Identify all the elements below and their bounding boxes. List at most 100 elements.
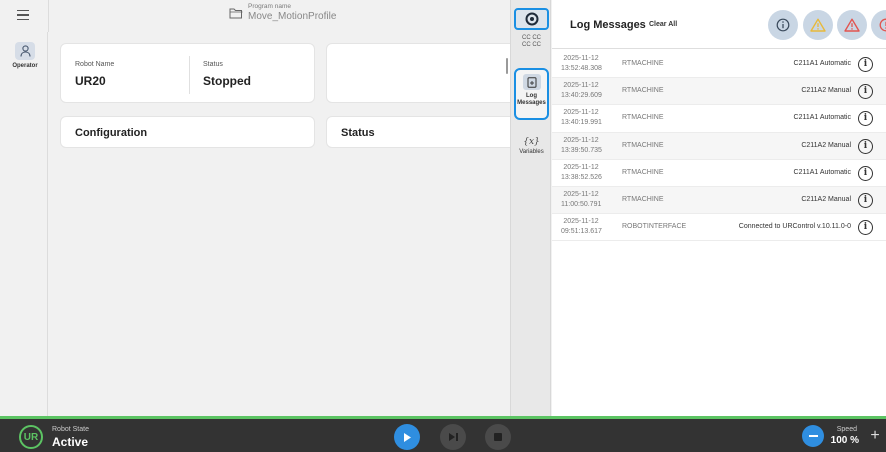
warning-filter-button[interactable] [803,10,833,40]
minus-icon [808,435,818,437]
robot-name-value: UR20 [75,74,106,88]
info-icon[interactable]: i [858,111,873,127]
info-icon[interactable]: i [858,192,873,208]
log-timestamp: 2025-11-12 13:40:19.991 [561,108,602,128]
log-time: 11:00:50.791 [561,200,602,208]
top-bar: Program name Move_MotionProfile [0,0,510,32]
speed-decrease-button[interactable] [802,425,824,447]
configuration-card[interactable]: Configuration [60,116,315,148]
program-name: Move_MotionProfile [248,11,337,22]
info-icon[interactable]: i [858,57,873,72]
info-icon[interactable]: i [858,220,873,236]
log-message: C211A2 Manual [801,87,851,95]
variables-icon: {x} [523,137,540,147]
critical-filter-button[interactable] [871,10,886,40]
log-date: 2025-11-12 [563,218,599,226]
card-divider [189,56,190,94]
status-card[interactable]: Status [326,116,516,148]
robot-name-label: Robot Name [75,61,115,68]
critical-icon [879,18,886,32]
warning-icon [810,18,826,32]
document-icon [522,74,541,90]
panel-resize-handle[interactable] [506,58,508,74]
log-time: 13:39:50.735 [561,146,602,154]
log-timestamp: 2025-11-12 11:00:50.791 [561,190,601,210]
log-message: C211A1 Automatic [793,60,851,67]
log-time: 13:40:19.991 [561,119,602,127]
log-messages-button[interactable]: Log Messages [514,68,549,120]
info-icon[interactable]: i [858,165,873,181]
log-time: 13:38:52.526 [561,173,602,181]
info-icon [776,18,790,32]
log-row[interactable]: 2025-11-12 13:52:48.308 RTMACHINE C211A1 … [552,51,886,79]
operator-button[interactable]: Operator [6,42,44,69]
stop-icon [494,433,502,441]
stop-button[interactable] [485,424,511,450]
step-icon [448,433,458,441]
info-icon[interactable]: i [858,84,873,100]
log-date: 2025-11-12 [563,163,599,171]
divider [48,0,49,32]
log-source: RTMACHINE [622,60,664,67]
log-label-line-1: Log [526,93,537,99]
ur-logo-button[interactable] [514,8,549,30]
side-toolbar: CC CC CC CC Log Messages {x} Variables [510,0,551,416]
log-timestamp: 2025-11-12 13:38:52.526 [561,163,602,183]
log-row[interactable]: 2025-11-12 13:38:52.526 RTMACHINE C211A1 … [552,160,886,187]
folder-icon [229,8,243,19]
program-name-display[interactable]: Program name Move_MotionProfile [229,3,336,23]
log-timestamp: 2025-11-12 13:39:50.735 [561,136,602,156]
status-value: Stopped [203,74,251,88]
bottom-bar: UR Robot State Active Speed 100 % + [0,416,886,452]
log-source: RTMACHINE [622,87,664,95]
status-card-title: Status [341,127,375,139]
configuration-title: Configuration [75,127,148,139]
step-button[interactable] [440,424,466,450]
robot-state-value: Active [52,435,89,449]
log-message: Connected to URControl v.10.11.0-0 [738,223,851,231]
clear-all-button[interactable]: Clear All [649,21,677,28]
left-rail: Operator [0,32,48,416]
variables-label: Variables [519,149,544,155]
speed-increase-button[interactable]: + [866,425,884,447]
log-time: 13:40:29.609 [561,92,602,100]
log-row[interactable]: 2025-11-12 13:39:50.735 RTMACHINE C211A2 … [552,132,886,160]
play-icon [404,432,411,442]
robot-info-card: Robot Name UR20 Status Stopped [60,43,315,103]
ur-state-icon: UR [23,431,39,443]
robot-state-label: Robot State [52,426,89,433]
log-timestamp: 2025-11-12 13:40:29.609 [561,81,602,101]
info-filter-button[interactable] [768,10,798,40]
log-source: RTMACHINE [622,168,664,176]
variables-button[interactable]: {x} Variables [514,137,549,163]
operator-label: Operator [12,63,38,69]
log-title: Log Messages [570,19,646,31]
program-name-label: Program name [248,3,291,10]
log-source: RTMACHINE [622,195,664,203]
log-row[interactable]: 2025-11-12 09:51:13.617 ROBOTINTERFACE Co… [552,214,886,242]
robot-state-button[interactable]: UR [19,425,43,449]
log-source: RTMACHINE [622,114,664,122]
log-date: 2025-11-12 [563,109,599,117]
person-icon [15,42,35,60]
empty-card [326,43,516,103]
info-icon[interactable]: i [858,138,873,154]
log-source: RTMACHINE [622,141,664,149]
log-message: C211A1 Automatic [793,168,851,176]
log-timestamp: 2025-11-12 09:51:13.617 [561,217,602,237]
log-source: ROBOTINTERFACE [622,223,687,231]
log-row[interactable]: 2025-11-12 11:00:50.791 RTMACHINE C211A2 … [552,186,886,215]
play-button[interactable] [394,424,420,450]
speed-value: 100 % [830,435,859,446]
log-row[interactable]: 2025-11-12 13:40:19.991 RTMACHINE C211A1 … [552,105,886,133]
log-row[interactable]: 2025-11-12 13:40:29.609 RTMACHINE C211A2 … [552,78,886,106]
log-time: 13:52:48.308 [561,65,602,72]
log-message: C211A1 Automatic [793,114,851,122]
error-icon [844,18,860,32]
status-label: Status [203,61,223,68]
hamburger-menu-icon[interactable] [8,3,38,27]
cc-line-1: CC CC [522,35,541,41]
error-filter-button[interactable] [837,10,867,40]
log-message: C211A2 Manual [801,141,851,149]
log-date: 2025-11-12 [563,55,599,62]
